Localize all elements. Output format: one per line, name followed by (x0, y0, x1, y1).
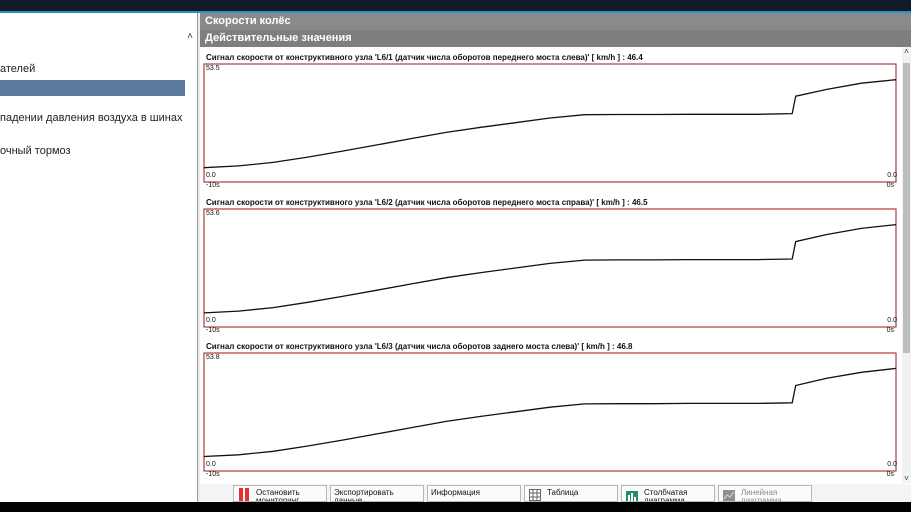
y-min-label: 0.0 (206, 172, 216, 179)
button-label: Столбчатая диаграмма (644, 488, 688, 502)
x-end-label: 0s (886, 327, 894, 334)
nav-item-selected[interactable] (0, 80, 185, 96)
y-max-label: 53.6 (206, 210, 220, 217)
line-chart-button[interactable]: Линейная диаграмма (718, 485, 812, 502)
scrollbar-thumb[interactable] (903, 63, 910, 353)
chart-title: Сигнал скорости от конструктивного узла … (206, 198, 648, 207)
nav-item-1[interactable]: ателей (0, 63, 35, 75)
stop-icon (239, 488, 249, 501)
chart-plot (203, 208, 897, 328)
button-label: Остановить мониторинг (256, 488, 300, 502)
plot-frame (203, 63, 897, 183)
button-label: Линейная диаграмма (741, 488, 782, 502)
left-nav-pane: ˄ ателей падении давления воздуха в шина… (0, 13, 198, 502)
chart-title: Сигнал скорости от конструктивного узла … (206, 53, 643, 62)
plot-frame (203, 352, 897, 472)
vertical-scrollbar[interactable]: ˄ ˅ (902, 47, 911, 483)
x-end-label: 0s (886, 182, 894, 189)
plot-frame (203, 208, 897, 328)
button-label: Информация (431, 488, 480, 497)
button-label: Таблица (547, 488, 579, 497)
right-min-label: 0.0 (887, 461, 897, 468)
information-button[interactable]: Информация (427, 485, 521, 502)
y-min-label: 0.0 (206, 461, 216, 468)
nav-item-tire-pressure[interactable]: падении давления воздуха в шинах (0, 112, 182, 124)
chart-plot (203, 352, 897, 472)
x-start-label: -10s (206, 471, 220, 478)
x-start-label: -10s (206, 182, 220, 189)
export-data-button[interactable]: Экспортировать данные. (330, 485, 424, 502)
table-button[interactable]: Таблица (524, 485, 618, 502)
chart-plot (203, 63, 897, 183)
table-icon (529, 489, 541, 501)
speed-chart-l6-3: Сигнал скорости от конструктивного узла … (203, 342, 900, 482)
chart-title: Сигнал скорости от конструктивного узла … (206, 342, 633, 351)
right-min-label: 0.0 (887, 172, 897, 179)
line-chart-icon (723, 490, 735, 501)
bar-chart-icon (626, 491, 638, 501)
y-max-label: 53.5 (206, 65, 220, 72)
page-title: Скорости колёс (200, 13, 911, 30)
x-end-label: 0s (886, 471, 894, 478)
scroll-down-icon[interactable]: ˅ (902, 474, 911, 483)
speed-chart-l6-1: Сигнал скорости от конструктивного узла … (203, 53, 900, 193)
title-bar (0, 0, 911, 13)
y-min-label: 0.0 (206, 317, 216, 324)
chevron-up-icon[interactable]: ˄ (187, 31, 193, 42)
stop-monitoring-button[interactable]: Остановить мониторинг (233, 485, 327, 502)
speed-chart-l6-2: Сигнал скорости от конструктивного узла … (203, 198, 900, 338)
bar-chart-button[interactable]: Столбчатая диаграмма (621, 485, 715, 502)
screen-bottom-edge (0, 502, 911, 512)
x-start-label: -10s (206, 327, 220, 334)
main-pane: Скорости колёс Действительные значения ˄… (200, 13, 911, 502)
scroll-up-icon[interactable]: ˄ (902, 47, 911, 56)
nav-item-brake[interactable]: очный тормоз (0, 145, 71, 157)
y-max-label: 53.8 (206, 354, 220, 361)
page-subtitle: Действительные значения (200, 30, 911, 47)
right-min-label: 0.0 (887, 317, 897, 324)
button-label: Экспортировать данные. (334, 488, 394, 502)
bottom-toolbar: Остановить мониторинг Экспортировать дан… (200, 484, 911, 502)
app-window: ˄ ателей падении давления воздуха в шина… (0, 0, 911, 512)
